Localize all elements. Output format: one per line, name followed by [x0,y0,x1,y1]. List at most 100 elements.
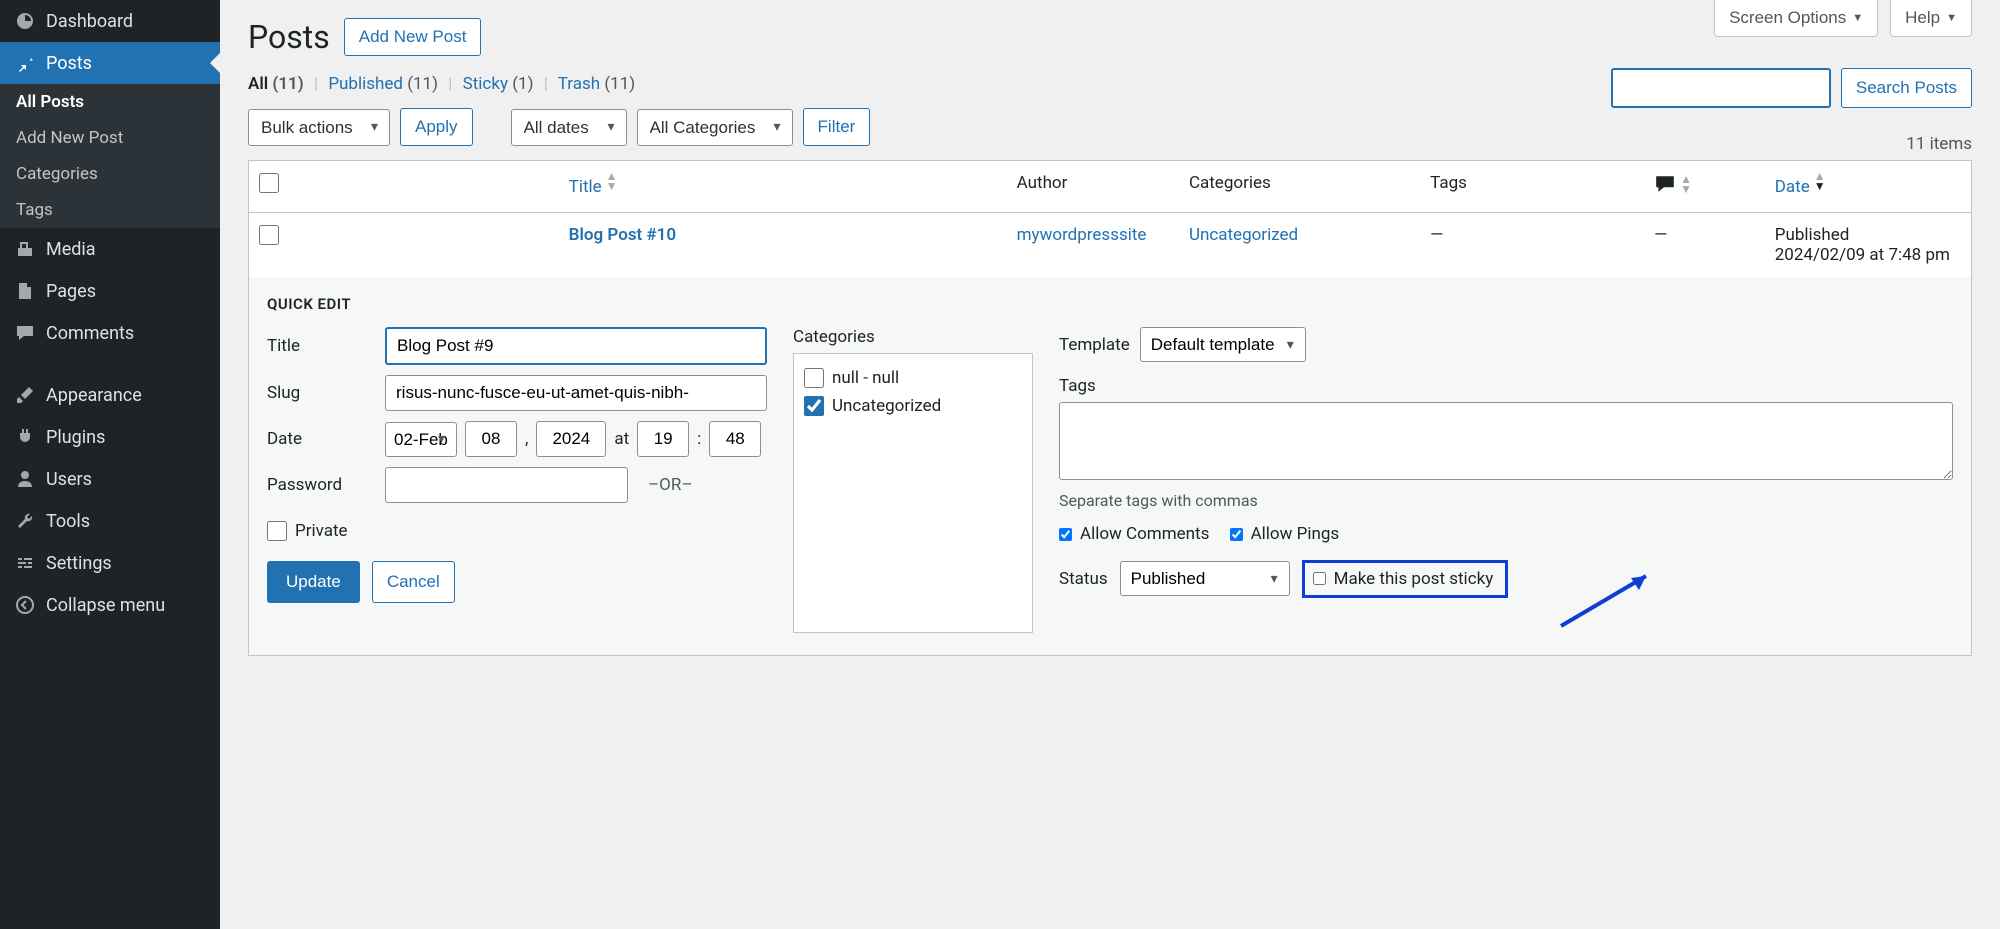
search-posts-button[interactable]: Search Posts [1841,68,1972,108]
column-date[interactable]: Date▲▼ [1765,161,1972,213]
slug-label: Slug [267,383,375,403]
brush-icon [14,384,36,406]
apply-button[interactable]: Apply [400,108,473,146]
sticky-option[interactable]: Make this post sticky [1302,560,1509,598]
chevron-down-icon: ▼ [1946,12,1957,24]
allow-comments-option[interactable]: Allow Comments [1059,524,1209,544]
category-filter-select[interactable]: All Categories [637,109,793,146]
page-title: Posts [248,18,330,56]
hour-input[interactable] [637,421,689,457]
post-title-link[interactable]: Blog Post #10 [569,225,676,245]
view-trash[interactable]: Trash [558,74,600,94]
category-item[interactable]: null - null [804,364,1022,392]
user-icon [14,468,36,490]
help-button[interactable]: Help▼ [1890,0,1972,37]
annotation-arrow [1551,566,1661,641]
sort-icon: ▲▼ [606,171,618,191]
column-author: Author [1007,161,1179,213]
tags-textarea[interactable] [1059,402,1953,480]
select-all-checkbox[interactable] [259,173,279,193]
sort-icon: ▲▼ [1814,171,1826,191]
tags-hint: Separate tags with commas [1059,491,1953,510]
view-published[interactable]: Published [328,74,403,94]
sticky-checkbox[interactable] [1313,572,1326,585]
sidebar-item-comments[interactable]: Comments [0,312,220,354]
view-sticky[interactable]: Sticky [463,74,508,94]
posts-table: Title▲▼ Author Categories Tags ▲▼ Date▲▼… [248,160,1972,656]
slug-input[interactable] [385,375,767,411]
at-label: at [614,429,629,449]
allow-pings-option[interactable]: Allow Pings [1230,524,1340,544]
date-cell: Published2024/02/09 at 7:48 pm [1765,213,1972,278]
sidebar-item-pages[interactable]: Pages [0,270,220,312]
sidebar-item-add-new-post[interactable]: Add New Post [0,120,220,156]
row-checkbox[interactable] [259,225,279,245]
password-label: Password [267,475,375,495]
screen-options-button[interactable]: Screen Options▼ [1714,0,1878,37]
month-select[interactable]: 02-Feb [385,422,457,457]
update-button[interactable]: Update [267,561,360,603]
template-select[interactable]: Default template [1140,327,1306,362]
bulk-actions-select[interactable]: Bulk actions [248,109,390,146]
sidebar-item-label: Settings [46,553,112,574]
sidebar-item-label: Appearance [46,385,142,406]
or-label: –OR– [648,475,692,495]
template-label: Template [1059,335,1130,355]
view-all[interactable]: All (11) [248,74,304,94]
items-count: 11 items [1906,134,1972,154]
category-link[interactable]: Uncategorized [1189,225,1298,245]
minute-input[interactable] [709,421,761,457]
column-title[interactable]: Title▲▼ [559,161,1007,213]
comment-icon [14,322,36,344]
allow-comments-checkbox[interactable] [1059,528,1072,541]
sidebar-submenu-posts: All Posts Add New Post Categories Tags [0,84,220,228]
category-item[interactable]: Uncategorized [804,392,1022,420]
category-checkbox[interactable] [804,396,824,416]
admin-sidebar: Dashboard Posts All Posts Add New Post C… [0,0,220,929]
chevron-down-icon: ▼ [1852,12,1863,24]
sliders-icon [14,552,36,574]
column-tags: Tags [1420,161,1644,213]
category-checkbox[interactable] [804,368,824,388]
sidebar-item-label: Pages [46,281,96,302]
filter-button[interactable]: Filter [803,108,871,146]
password-input[interactable] [385,467,628,503]
sidebar-item-label: Dashboard [46,11,133,32]
sidebar-item-plugins[interactable]: Plugins [0,416,220,458]
sidebar-item-media[interactable]: Media [0,228,220,270]
sidebar-item-dashboard[interactable]: Dashboard [0,0,220,42]
column-comments[interactable]: ▲▼ [1644,161,1765,213]
allow-pings-checkbox[interactable] [1230,528,1243,541]
quick-edit-legend: QUICK EDIT [267,295,1953,313]
sidebar-item-settings[interactable]: Settings [0,542,220,584]
sidebar-item-users[interactable]: Users [0,458,220,500]
cancel-button[interactable]: Cancel [372,561,455,603]
media-icon [14,238,36,260]
title-label: Title [267,336,375,356]
add-new-post-button[interactable]: Add New Post [344,18,482,56]
day-input[interactable] [465,421,517,457]
sidebar-item-collapse[interactable]: Collapse menu [0,584,220,626]
tags-label: Tags [1059,376,1953,396]
pages-icon [14,280,36,302]
search-input[interactable] [1611,68,1831,108]
sidebar-item-label: Collapse menu [46,595,165,616]
sidebar-item-label: Comments [46,323,134,344]
date-filter-select[interactable]: All dates [511,109,627,146]
status-select[interactable]: Published [1120,561,1290,596]
wrench-icon [14,510,36,532]
sidebar-item-label: Users [46,469,92,490]
sidebar-item-label: Media [46,239,96,260]
sidebar-item-tools[interactable]: Tools [0,500,220,542]
private-checkbox[interactable] [267,521,287,541]
sidebar-item-tags[interactable]: Tags [0,192,220,228]
sidebar-item-posts[interactable]: Posts [0,42,220,84]
title-input[interactable] [385,327,767,365]
sidebar-item-label: Tools [46,511,90,532]
sidebar-item-label: Plugins [46,427,105,448]
sidebar-item-all-posts[interactable]: All Posts [0,84,220,120]
sidebar-item-appearance[interactable]: Appearance [0,374,220,416]
sidebar-item-categories[interactable]: Categories [0,156,220,192]
year-input[interactable] [536,421,606,457]
author-link[interactable]: mywordpresssite [1017,225,1147,245]
